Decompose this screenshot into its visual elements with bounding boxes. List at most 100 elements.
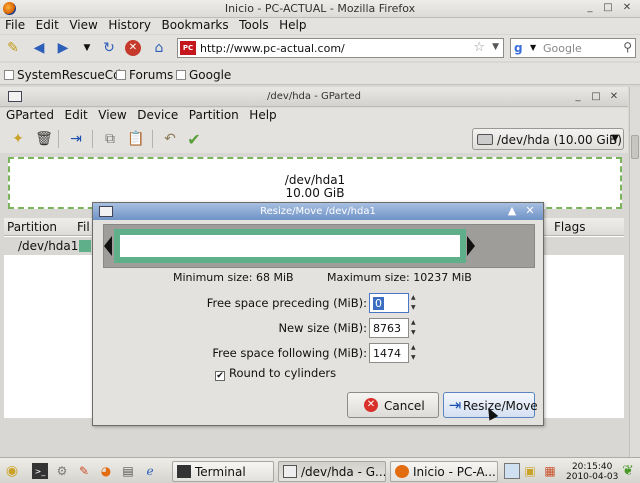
minimum-size-label: Minimum size: 68 MiB — [173, 271, 294, 284]
new-size-row: New size (MiB): 8763 ▲ ▼ — [93, 318, 543, 338]
resize-handle-right[interactable] — [467, 236, 475, 256]
free-space-following-label: Free space following (MiB): — [212, 346, 367, 360]
device-selector[interactable]: /dev/hda (10.00 GiB) ▼ — [472, 128, 624, 150]
resize-move-icon[interactable]: ⇥ — [66, 129, 86, 149]
menu-help[interactable]: Help — [279, 18, 306, 32]
settings-launcher-icon[interactable]: ⚙ — [54, 463, 70, 479]
url-dropdown-icon[interactable]: ▼ — [492, 42, 499, 52]
menu-device[interactable]: Device — [137, 108, 178, 122]
cancel-icon: ✕ — [364, 398, 378, 412]
delete-icon[interactable]: 🗑 — [34, 129, 54, 149]
search-input[interactable]: Google — [543, 42, 582, 55]
menu-view[interactable]: View — [98, 108, 126, 122]
free-space-preceding-input[interactable]: 0 — [369, 293, 409, 313]
cancel-button[interactable]: ✕ Cancel — [347, 392, 439, 418]
menu-tools[interactable]: Tools — [239, 18, 269, 32]
files-launcher-icon[interactable]: ▤ — [120, 463, 136, 479]
checkbox-check-icon[interactable]: ✔ — [215, 371, 225, 381]
tray-app-icon[interactable]: ▦ — [542, 463, 558, 479]
browser-launcher-icon[interactable]: ℯ — [142, 463, 158, 479]
task-terminal[interactable]: Terminal — [172, 461, 274, 482]
search-bar[interactable]: g ▼ Google ⚲ — [510, 38, 636, 58]
row-partition-name: /dev/hda1 — [18, 239, 79, 253]
bookmark-google[interactable]: Google — [176, 68, 231, 82]
menu-gparted[interactable]: GParted — [6, 108, 54, 122]
gparted-menubar: GParted Edit View Device Partition Help — [0, 108, 628, 125]
gparted-window-title: /dev/hda - GParted — [267, 91, 361, 102]
menu-edit[interactable]: Edit — [65, 108, 88, 122]
stop-icon[interactable]: ✕ — [124, 39, 142, 57]
menu-history[interactable]: History — [108, 18, 151, 32]
gparted-close-icon[interactable]: ✕ — [608, 91, 620, 102]
tray-icon[interactable]: ▣ — [522, 463, 538, 479]
reload-icon[interactable]: ↻ — [100, 39, 118, 57]
copy-icon[interactable]: ⧉ — [100, 129, 120, 149]
menu-view[interactable]: View — [69, 18, 97, 32]
task-gparted[interactable]: /dev/hda - G... — [278, 461, 386, 482]
firefox-launcher-icon[interactable]: ◕ — [98, 463, 114, 479]
vertical-scrollbar[interactable] — [629, 87, 640, 457]
column-filesystem[interactable]: Fil — [77, 220, 90, 234]
dialog-close-icon[interactable]: ✕ — [523, 204, 537, 217]
editor-launcher-icon[interactable]: ✎ — [76, 463, 92, 479]
url-bar[interactable]: PC http://www.pc-actual.com/ ☆ ▼ — [177, 38, 504, 58]
diskmap-partition-size: 10.00 GiB — [285, 186, 345, 200]
forward-icon[interactable]: ▶ — [54, 39, 72, 57]
menu-edit[interactable]: Edit — [36, 18, 59, 32]
terminal-launcher-icon[interactable]: >_ — [32, 463, 48, 479]
google-engine-icon[interactable]: g — [514, 41, 528, 55]
new-size-input[interactable]: 8763 — [369, 318, 409, 338]
back-icon[interactable]: ◀ — [30, 39, 48, 57]
resize-handle-left[interactable] — [104, 236, 112, 256]
dialog-maximize-icon[interactable]: ▲ — [505, 204, 519, 217]
menu-bookmarks[interactable]: Bookmarks — [162, 18, 229, 32]
apply-icon[interactable]: ✔ — [184, 129, 204, 149]
diskmap-partition-name: /dev/hda1 — [284, 173, 346, 187]
url-text[interactable]: http://www.pc-actual.com/ — [200, 42, 345, 55]
firefox-icon — [395, 465, 409, 478]
menu-help[interactable]: Help — [249, 108, 276, 122]
column-flags[interactable]: Flags — [554, 220, 585, 234]
firefox-window-title: Inicio - PC-ACTUAL - Mozilla Firefox — [224, 2, 416, 15]
scrollbar-thumb[interactable] — [631, 135, 639, 159]
task-firefox[interactable]: Inicio - PC-A... — [390, 461, 498, 482]
spin-arrows-icon[interactable]: ▲ ▼ — [411, 343, 419, 363]
toolbar-separator — [58, 130, 59, 148]
clock[interactable]: 20:15:40 2010-04-03 — [566, 462, 618, 482]
search-icon[interactable]: ⚲ — [623, 40, 632, 54]
round-to-cylinders-checkbox[interactable]: ✔ Round to cylinders — [215, 366, 336, 381]
menu-file[interactable]: File — [5, 18, 25, 32]
new-bookmark-icon[interactable]: ✎ — [4, 39, 22, 57]
menu-partition[interactable]: Partition — [189, 108, 239, 122]
resize-graphic[interactable] — [103, 224, 535, 268]
column-partition[interactable]: Partition — [7, 220, 57, 234]
minimize-icon[interactable]: _ — [584, 2, 596, 13]
undo-icon[interactable]: ↶ — [160, 129, 180, 149]
bookmark-systemrescuecd[interactable]: SystemRescueCd — [4, 68, 121, 82]
leaf-tray-icon[interactable]: ❦ — [620, 463, 636, 479]
free-space-preceding-row: Free space preceding (MiB): 0 ▲ ▼ — [93, 293, 543, 313]
maximize-icon[interactable]: □ — [602, 2, 614, 13]
page-icon — [4, 70, 14, 80]
engine-dropdown-icon[interactable]: ▼ — [530, 43, 536, 52]
desktop-pager-icon[interactable] — [504, 463, 520, 479]
gparted-maximize-icon[interactable]: □ — [590, 91, 602, 102]
gparted-minimize-icon[interactable]: _ — [572, 91, 584, 102]
history-dropdown-icon[interactable]: ▼ — [78, 39, 96, 57]
start-menu-icon[interactable]: ◉ — [4, 463, 20, 479]
partition-block[interactable] — [114, 229, 466, 263]
bookmark-forums[interactable]: Forums — [116, 68, 173, 82]
paste-icon[interactable]: 📋 — [126, 129, 146, 149]
filesystem-color-swatch — [79, 240, 91, 252]
free-space-following-input[interactable]: 1474 — [369, 343, 409, 363]
home-icon[interactable]: ⌂ — [150, 39, 168, 57]
resize-move-dialog: Resize/Move /dev/hda1 ▲ ✕ Minimum size: … — [92, 202, 544, 426]
bookmarks-toolbar: SystemRescueCd Forums Google — [0, 63, 640, 85]
gparted-titlebar: /dev/hda - GParted _ □ ✕ — [0, 87, 628, 107]
spin-arrows-icon[interactable]: ▲ ▼ — [411, 318, 419, 338]
new-partition-icon[interactable]: ✦ — [8, 129, 28, 149]
gparted-toolbar: ✦ 🗑 ⇥ ⧉ 📋 ↶ ✔ /dev/hda (10.00 GiB) ▼ — [0, 125, 628, 153]
spin-arrows-icon[interactable]: ▲ ▼ — [411, 293, 419, 313]
close-icon[interactable]: ✕ — [621, 2, 633, 13]
bookmark-star-icon[interactable]: ☆ — [473, 40, 485, 55]
